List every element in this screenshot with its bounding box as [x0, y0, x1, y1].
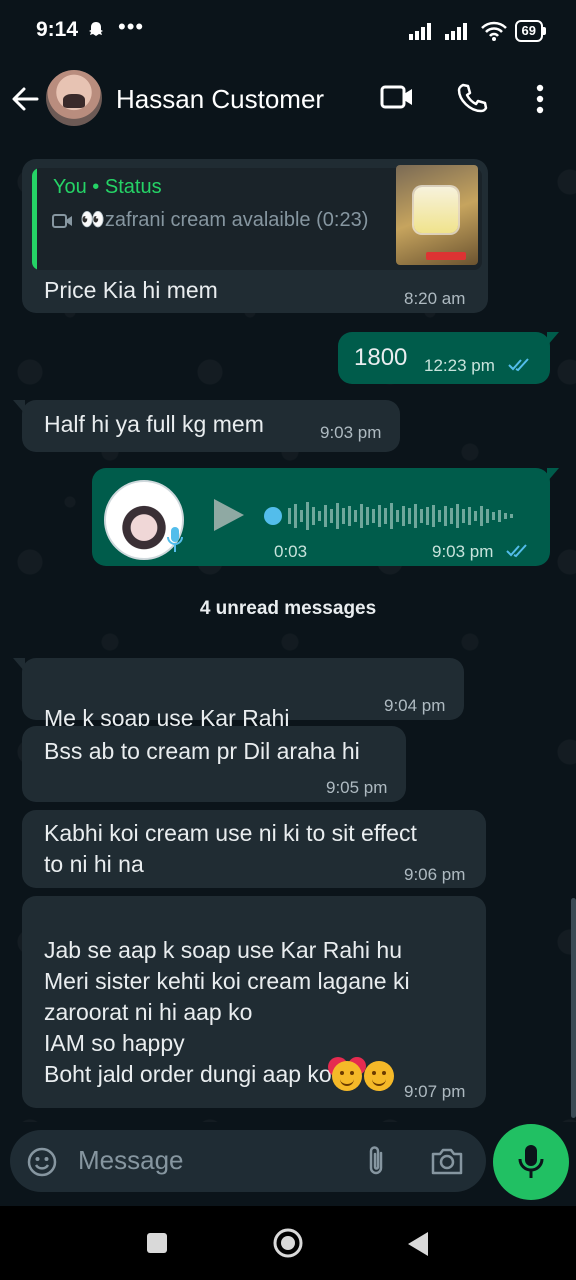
message-input[interactable]: Message: [10, 1130, 486, 1192]
home-icon[interactable]: [272, 1227, 304, 1264]
scrollbar[interactable]: [571, 898, 576, 1118]
status-bar: 9:14 ••• 69: [0, 0, 576, 62]
emoji-icon[interactable]: [26, 1146, 58, 1183]
attach-icon[interactable]: [364, 1144, 388, 1183]
smiling-face-with-hearts-emoji: [331, 1060, 362, 1091]
message-time: 9:06 pm: [404, 865, 466, 884]
snapchat-icon: [86, 20, 106, 45]
incoming-message[interactable]: Bss ab to cream pr Dil araha hi 9:05 pm: [22, 726, 406, 802]
clock: 9:14: [36, 18, 79, 41]
contact-avatar[interactable]: [46, 70, 102, 126]
incoming-message-status-reply[interactable]: You • Status 👀zafrani cream avalaible (0…: [22, 159, 488, 313]
chat-header: Hassan Customer: [0, 62, 576, 142]
quote-title: You • Status: [53, 176, 162, 198]
signal-icon: [408, 23, 431, 40]
audio-waveform[interactable]: [264, 498, 534, 534]
outgoing-message[interactable]: 1800 12:23 pm: [338, 332, 559, 384]
video-icon: [52, 214, 72, 228]
wifi-icon: [480, 21, 507, 41]
message-time: 9:03 pm: [432, 542, 494, 561]
battery-icon: 69: [514, 20, 547, 42]
cream-jar-image: [414, 187, 458, 233]
message-time: 9:05 pm: [326, 778, 388, 797]
unread-messages-divider: 4 unread messages: [199, 598, 377, 619]
message-placeholder: Message: [78, 1145, 184, 1175]
microphone-icon: [166, 526, 184, 559]
microphone-icon: [518, 1145, 544, 1178]
signal-icon-2: [444, 23, 467, 40]
message-time: 9:03 pm: [320, 423, 382, 442]
more-notifications-icon: •••: [118, 14, 145, 39]
outgoing-voice-message[interactable]: 0:03 9:03 pm: [92, 468, 559, 566]
thumbnail-caption: [426, 252, 466, 260]
quote-accent-bar: [32, 168, 37, 270]
message-text: Price Kia hi mem: [44, 277, 218, 303]
voice-call-icon[interactable]: [456, 82, 488, 119]
video-call-icon[interactable]: [380, 82, 414, 117]
incoming-message[interactable]: Jab se aap k soap use Kar Rahi hu Meri s…: [22, 896, 486, 1108]
incoming-message[interactable]: Me k soap use Kar Rahi 9:04 pm: [13, 658, 464, 766]
recent-apps-icon[interactable]: [146, 1232, 168, 1259]
more-options-icon[interactable]: [530, 82, 550, 121]
smiling-face-emoji: [363, 1060, 394, 1091]
message-text: Bss ab to cream pr Dil araha hi: [44, 738, 360, 764]
play-icon[interactable]: [210, 496, 248, 539]
system-navigation-bar: [0, 1206, 576, 1280]
status-thumbnail-image[interactable]: [396, 165, 478, 265]
voice-duration: 0:03: [274, 542, 308, 561]
double-check-read-icon: [506, 544, 527, 558]
voice-record-button[interactable]: [493, 1124, 569, 1200]
message-time: 12:23 pm: [424, 356, 495, 375]
message-text: 1800: [354, 344, 408, 371]
double-check-read-icon: [508, 358, 529, 372]
camera-icon[interactable]: [430, 1146, 464, 1181]
incoming-message[interactable]: Kabhi koi cream use ni ki to sit effect …: [22, 810, 486, 888]
message-input-bar: Message: [0, 1122, 576, 1208]
chat-area[interactable]: You • Status 👀zafrani cream avalaible (0…: [0, 142, 576, 1122]
message-text: Half hi ya full kg mem: [44, 411, 264, 437]
quote-text: 👀zafrani cream avalaible (0:23): [80, 209, 369, 231]
message-time: 9:04 pm: [384, 696, 446, 715]
message-text: Kabhi koi cream use ni ki to sit effect …: [44, 820, 417, 877]
contact-name[interactable]: Hassan Customer: [116, 84, 324, 115]
message-time: 9:07 pm: [404, 1082, 466, 1101]
back-nav-icon[interactable]: [406, 1230, 430, 1263]
back-arrow-icon[interactable]: [10, 84, 40, 119]
message-time: 8:20 am: [404, 289, 466, 308]
incoming-message[interactable]: Half hi ya full kg mem 9:03 pm: [13, 400, 400, 452]
